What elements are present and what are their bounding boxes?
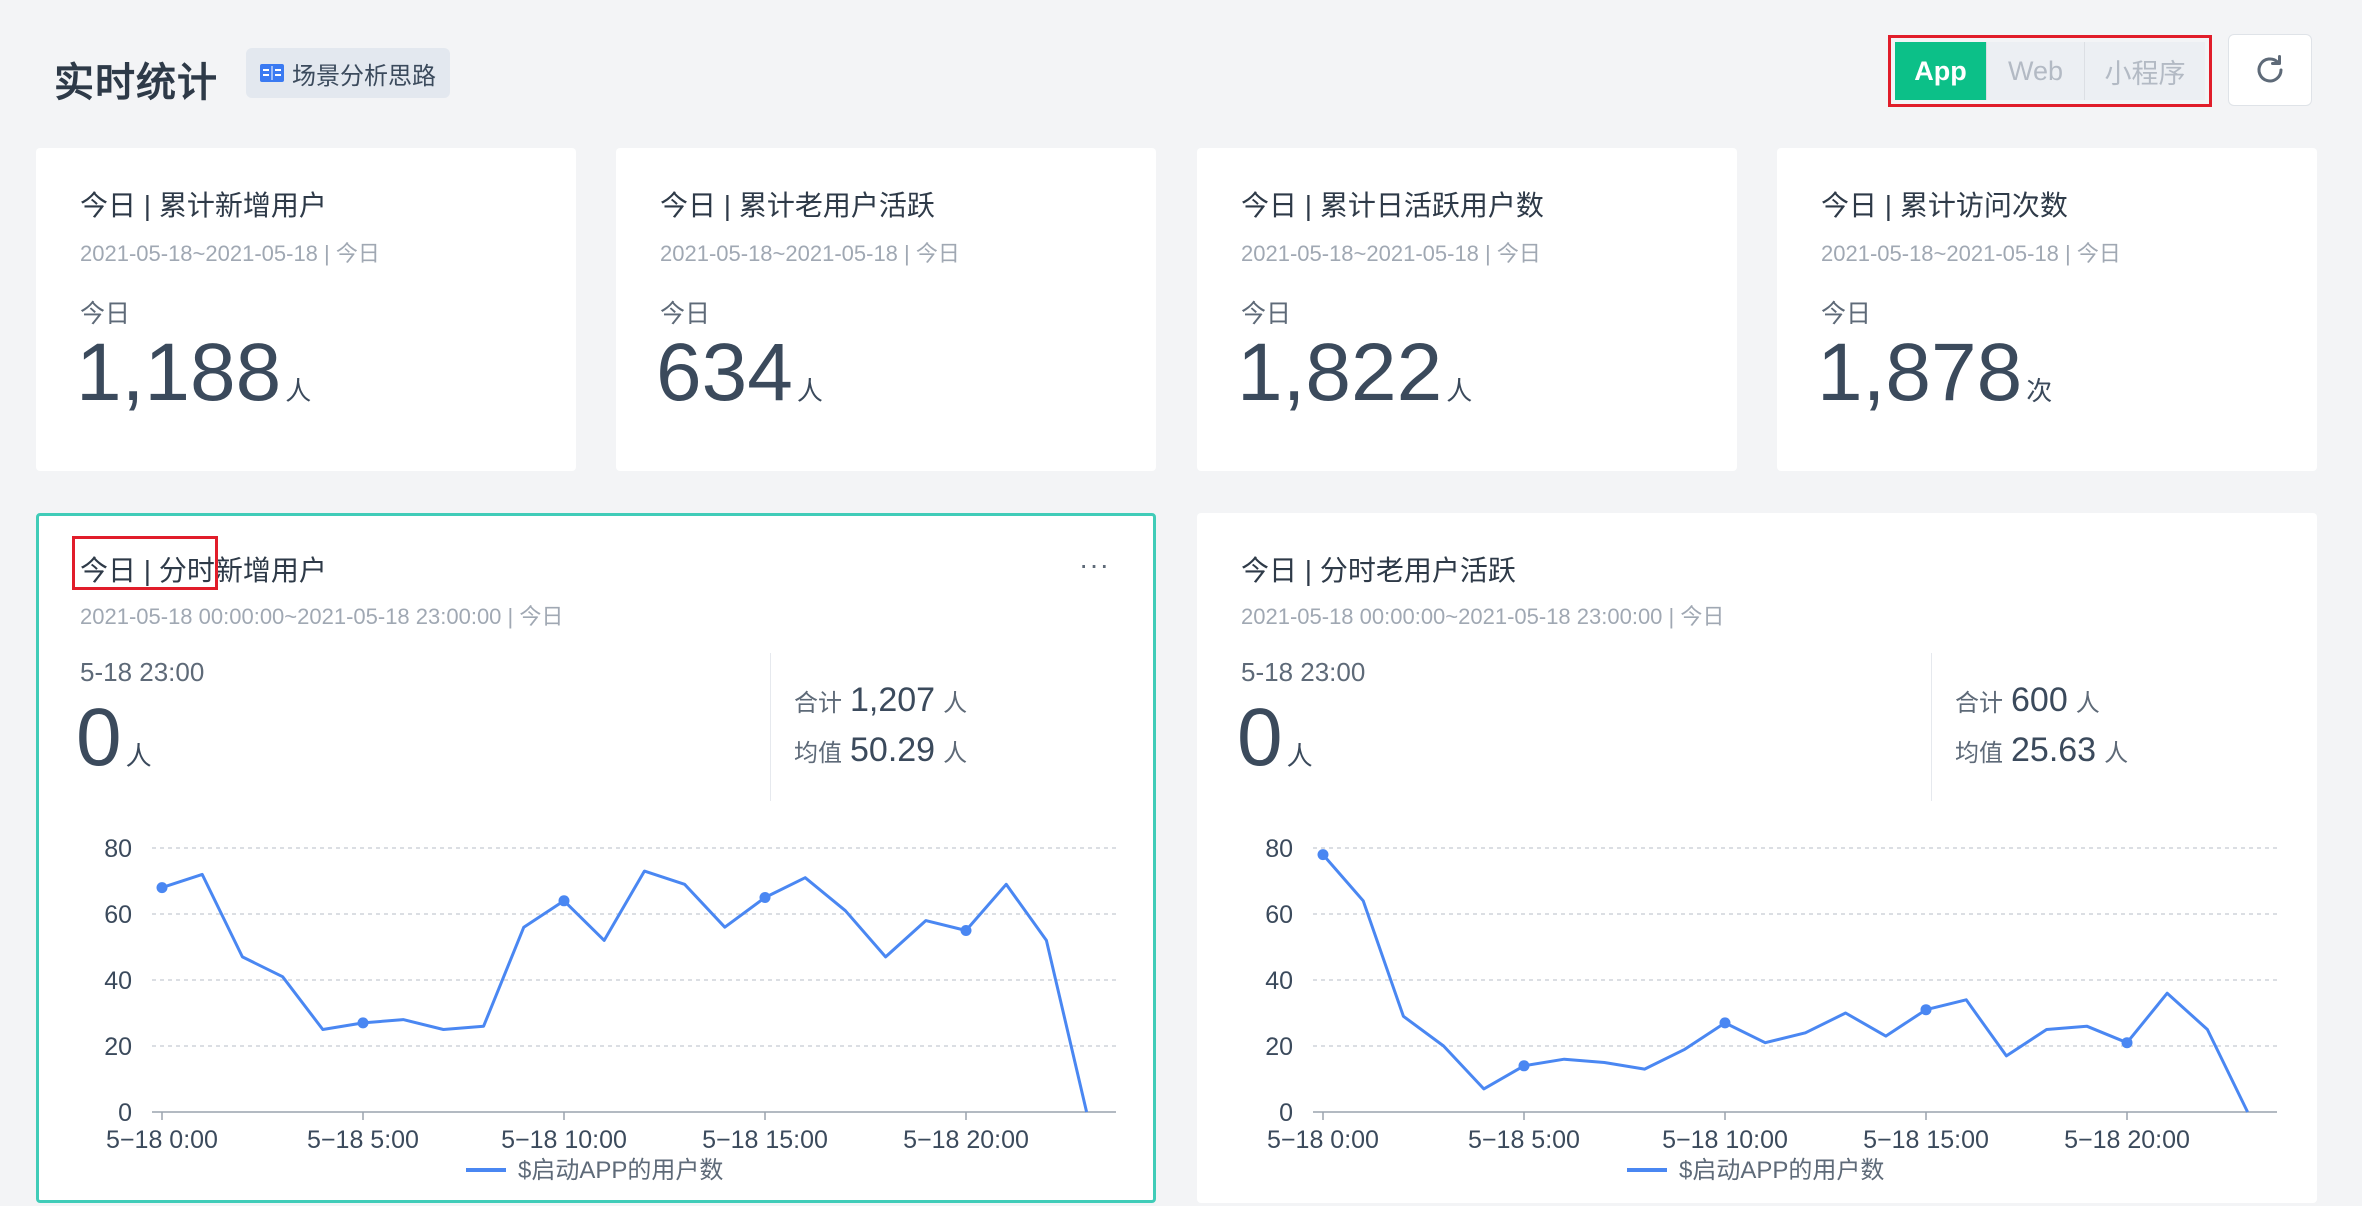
x-tick-label: 5−18 5:00 bbox=[307, 1126, 419, 1154]
data-point bbox=[357, 1017, 369, 1029]
line-chart[interactable]: 0 20 40 60 80 5−18 0:00 5−18 5:00 5−18 10:00 5−1… bbox=[36, 513, 1156, 1203]
data-point bbox=[558, 895, 570, 907]
kpi-date: 2021-05-18~2021-05-18 | 今日 bbox=[1821, 241, 2121, 266]
chart-card-hourly-returning-active[interactable]: 今日 | 分时老用户活跃 2021-05-18 00:00:00~2021-05… bbox=[1197, 513, 2317, 1203]
book-icon bbox=[260, 64, 284, 82]
data-point bbox=[1719, 1017, 1731, 1029]
x-tick-label: 5−18 15:00 bbox=[1863, 1126, 1989, 1154]
kpi-value: 1,878 bbox=[1817, 327, 2023, 418]
x-tick-label: 5−18 15:00 bbox=[702, 1126, 828, 1154]
y-tick-label: 60 bbox=[1265, 901, 1293, 929]
platform-app-button[interactable]: App bbox=[1895, 42, 1987, 100]
y-tick-label: 0 bbox=[118, 1099, 132, 1127]
chart-card-hourly-new-users[interactable]: 今日 | 分时新增用户 ··· 2021-05-18 00:00:00~2021… bbox=[36, 513, 1156, 1203]
kpi-value: 1,822 bbox=[1237, 327, 1443, 418]
series-line bbox=[161, 869, 1089, 1113]
y-tick-label: 0 bbox=[1279, 1099, 1293, 1127]
y-tick-label: 80 bbox=[104, 835, 132, 863]
y-tick-label: 20 bbox=[104, 1033, 132, 1061]
y-tick-label: 40 bbox=[1265, 967, 1293, 995]
kpi-value-wrap: 634 人 bbox=[656, 332, 823, 414]
y-tick-label: 60 bbox=[104, 901, 132, 929]
data-point bbox=[759, 892, 771, 903]
kpi-unit: 人 bbox=[796, 376, 823, 406]
kpi-value: 1,188 bbox=[76, 327, 282, 418]
x-tick-label: 5−18 0:00 bbox=[1267, 1126, 1379, 1154]
kpi-period: 今日 bbox=[660, 300, 711, 328]
kpi-title: 今日 | 累计老用户活跃 bbox=[660, 190, 935, 221]
platform-web-button[interactable]: Web bbox=[1987, 42, 2085, 100]
data-point bbox=[1317, 849, 1329, 861]
legend-label: $启动APP的用户数 bbox=[1679, 1157, 1884, 1184]
y-tick-label: 40 bbox=[104, 967, 132, 995]
platform-switch: App Web 小程序 bbox=[1888, 35, 2212, 107]
kpi-card-daily-active[interactable]: 今日 | 累计日活跃用户数 2021-05-18~2021-05-18 | 今日… bbox=[1197, 148, 1737, 471]
data-point bbox=[1518, 1060, 1530, 1072]
kpi-title: 今日 | 累计访问次数 bbox=[1821, 190, 2068, 221]
kpi-card-visits[interactable]: 今日 | 累计访问次数 2021-05-18~2021-05-18 | 今日 今… bbox=[1777, 148, 2317, 471]
kpi-period: 今日 bbox=[1241, 300, 1292, 328]
x-tick-label: 5−18 10:00 bbox=[501, 1126, 627, 1154]
kpi-date: 2021-05-18~2021-05-18 | 今日 bbox=[80, 241, 380, 266]
x-tick-label: 5−18 20:00 bbox=[903, 1126, 1029, 1154]
scene-analysis-label: 场景分析思路 bbox=[292, 62, 436, 90]
kpi-value-wrap: 1,822 人 bbox=[1237, 332, 1472, 414]
scene-analysis-button[interactable]: 场景分析思路 bbox=[246, 48, 450, 98]
kpi-unit: 人 bbox=[285, 376, 312, 406]
x-tick-label: 5−18 5:00 bbox=[1468, 1126, 1580, 1154]
data-point bbox=[960, 925, 972, 936]
kpi-date: 2021-05-18~2021-05-18 | 今日 bbox=[1241, 241, 1541, 266]
kpi-value-wrap: 1,878 次 bbox=[1817, 332, 2052, 414]
data-point bbox=[2121, 1037, 2133, 1049]
kpi-card-returning-active[interactable]: 今日 | 累计老用户活跃 2021-05-18~2021-05-18 | 今日 … bbox=[616, 148, 1156, 471]
kpi-title: 今日 | 累计日活跃用户数 bbox=[1241, 190, 1544, 221]
kpi-unit: 人 bbox=[1446, 376, 1473, 406]
data-point bbox=[156, 882, 168, 894]
kpi-value: 634 bbox=[656, 327, 793, 418]
legend-label: $启动APP的用户数 bbox=[518, 1157, 723, 1184]
data-point bbox=[1920, 1004, 1932, 1016]
line-chart[interactable]: 0 20 40 60 80 5−18 0:00 5−18 5:00 5−18 10:00 5−1… bbox=[1197, 513, 2317, 1203]
y-tick-label: 20 bbox=[1265, 1033, 1293, 1061]
page-title: 实时统计 bbox=[54, 61, 218, 105]
platform-miniprogram-button[interactable]: 小程序 bbox=[2085, 42, 2205, 100]
x-tick-label: 5−18 20:00 bbox=[2064, 1126, 2190, 1154]
kpi-unit: 次 bbox=[2026, 376, 2053, 406]
kpi-period: 今日 bbox=[1821, 300, 1872, 328]
series-line bbox=[1321, 853, 2249, 1113]
x-tick-label: 5−18 0:00 bbox=[106, 1126, 218, 1154]
kpi-card-new-users[interactable]: 今日 | 累计新增用户 2021-05-18~2021-05-18 | 今日 今… bbox=[36, 148, 576, 471]
x-tick-label: 5−18 10:00 bbox=[1662, 1126, 1788, 1154]
annotation-highlight-box bbox=[72, 536, 218, 590]
kpi-period: 今日 bbox=[80, 300, 131, 328]
y-tick-label: 80 bbox=[1265, 835, 1293, 863]
kpi-title: 今日 | 累计新增用户 bbox=[80, 190, 327, 221]
kpi-date: 2021-05-18~2021-05-18 | 今日 bbox=[660, 241, 960, 266]
kpi-value-wrap: 1,188 人 bbox=[76, 332, 311, 414]
refresh-button[interactable] bbox=[2228, 34, 2312, 106]
refresh-icon bbox=[2257, 55, 2283, 83]
